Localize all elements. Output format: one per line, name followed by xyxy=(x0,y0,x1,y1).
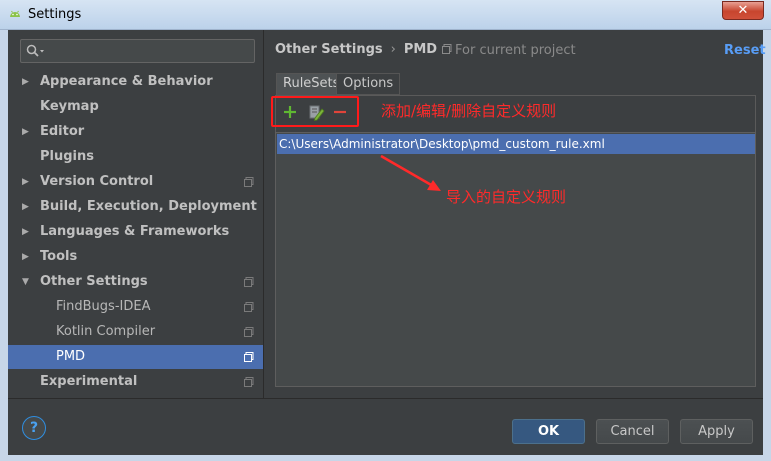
chevron-right-icon[interactable]: ▶ xyxy=(22,220,32,244)
window-frame-right xyxy=(763,30,771,461)
breadcrumb-current: PMD xyxy=(403,42,438,57)
search-icon xyxy=(26,44,44,57)
sidebar-item-label: Kotlin Compiler xyxy=(56,324,156,339)
close-button[interactable]: ✕ xyxy=(722,1,764,20)
chevron-right-icon[interactable]: ▶ xyxy=(22,70,32,94)
window-frame-left xyxy=(0,30,8,461)
sidebar-item-experimental[interactable]: Experimental xyxy=(8,370,263,394)
sidebar-item-keymap[interactable]: Keymap xyxy=(8,95,263,119)
reset-link[interactable]: Reset xyxy=(724,43,766,58)
help-button[interactable]: ? xyxy=(22,416,46,440)
sidebar-item-pmd[interactable]: PMD xyxy=(8,345,263,369)
sidebar-item-version-control[interactable]: ▶ Version Control xyxy=(8,170,263,194)
scope-label: For current project xyxy=(442,43,576,58)
toolbar-highlight-box xyxy=(271,96,359,127)
chevron-down-icon[interactable]: ▼ xyxy=(22,270,32,294)
tab-options[interactable]: Options xyxy=(336,73,401,95)
search-input[interactable] xyxy=(20,39,255,63)
apply-button[interactable]: Apply xyxy=(680,419,753,444)
sidebar-item-label: Keymap xyxy=(40,99,99,114)
ruleset-list[interactable]: C:\Users\Administrator\Desktop\pmd_custo… xyxy=(275,132,756,387)
sidebar-item-label: Other Settings xyxy=(40,274,148,289)
list-item[interactable]: C:\Users\Administrator\Desktop\pmd_custo… xyxy=(277,134,755,154)
chevron-right-icon[interactable]: ▶ xyxy=(22,170,32,194)
chevron-right-icon[interactable]: ▶ xyxy=(22,120,32,144)
breadcrumb: Other Settings › PMD xyxy=(275,42,437,57)
android-studio-icon xyxy=(10,10,20,17)
settings-sidebar: ▶ Appearance & Behavior Keymap ▶ Editor Plugi… xyxy=(8,30,263,398)
sidebar-item-label: Experimental xyxy=(40,374,138,389)
sidebar-item-tools[interactable]: ▶ Tools xyxy=(8,245,263,269)
sidebar-item-build-execution-deployment[interactable]: ▶ Build, Execution, Deployment xyxy=(8,195,263,219)
sidebar-item-kotlin-compiler[interactable]: Kotlin Compiler xyxy=(8,320,263,344)
breadcrumb-parent: Other Settings xyxy=(275,42,383,57)
sidebar-item-label: Build, Execution, Deployment xyxy=(40,199,257,214)
window-frame-bottom xyxy=(0,455,771,461)
project-scope-icon xyxy=(244,302,254,312)
project-scope-icon xyxy=(244,177,254,187)
sidebar-item-plugins[interactable]: Plugins xyxy=(8,145,263,169)
sidebar-item-label: Plugins xyxy=(40,149,94,164)
project-scope-icon xyxy=(244,352,254,362)
sidebar-item-editor[interactable]: ▶ Editor xyxy=(8,120,263,144)
sidebar-item-other-settings[interactable]: ▼ Other Settings xyxy=(8,270,263,294)
chevron-right-icon[interactable]: ▶ xyxy=(22,195,32,219)
import-annotation: 导入的自定义规则 xyxy=(446,188,567,206)
sidebar-item-label: PMD xyxy=(56,349,86,364)
annotation-arrow xyxy=(380,154,441,191)
scope-text: For current project xyxy=(455,43,576,58)
project-icon xyxy=(442,44,452,54)
sidebar-item-label: Appearance & Behavior xyxy=(40,74,213,89)
chevron-right-icon[interactable]: ▶ xyxy=(22,245,32,269)
sidebar-item-label: Editor xyxy=(40,124,85,139)
footer-divider xyxy=(8,398,763,399)
sidebar-item-label: Languages & Frameworks xyxy=(40,224,230,239)
toolbar-annotation: 添加/编辑/删除自定义规则 xyxy=(381,102,557,120)
title-bar[interactable]: Settings ✕ xyxy=(0,0,771,30)
sidebar-item-label: FindBugs-IDEA xyxy=(56,299,151,314)
project-scope-icon xyxy=(244,377,254,387)
window-title: Settings xyxy=(28,7,82,22)
project-scope-icon xyxy=(244,327,254,337)
cancel-button[interactable]: Cancel xyxy=(596,419,669,444)
sidebar-item-label: Tools xyxy=(40,249,78,264)
sidebar-item-findbugs-idea[interactable]: FindBugs-IDEA xyxy=(8,295,263,319)
ok-button[interactable]: OK xyxy=(512,419,585,444)
sidebar-item-label: Version Control xyxy=(40,174,154,189)
splitter[interactable] xyxy=(263,30,264,398)
project-scope-icon xyxy=(244,277,254,287)
sidebar-item-languages-frameworks[interactable]: ▶ Languages & Frameworks xyxy=(8,220,263,244)
breadcrumb-separator: › xyxy=(390,42,396,57)
sidebar-item-appearance-behavior[interactable]: ▶ Appearance & Behavior xyxy=(8,70,263,94)
